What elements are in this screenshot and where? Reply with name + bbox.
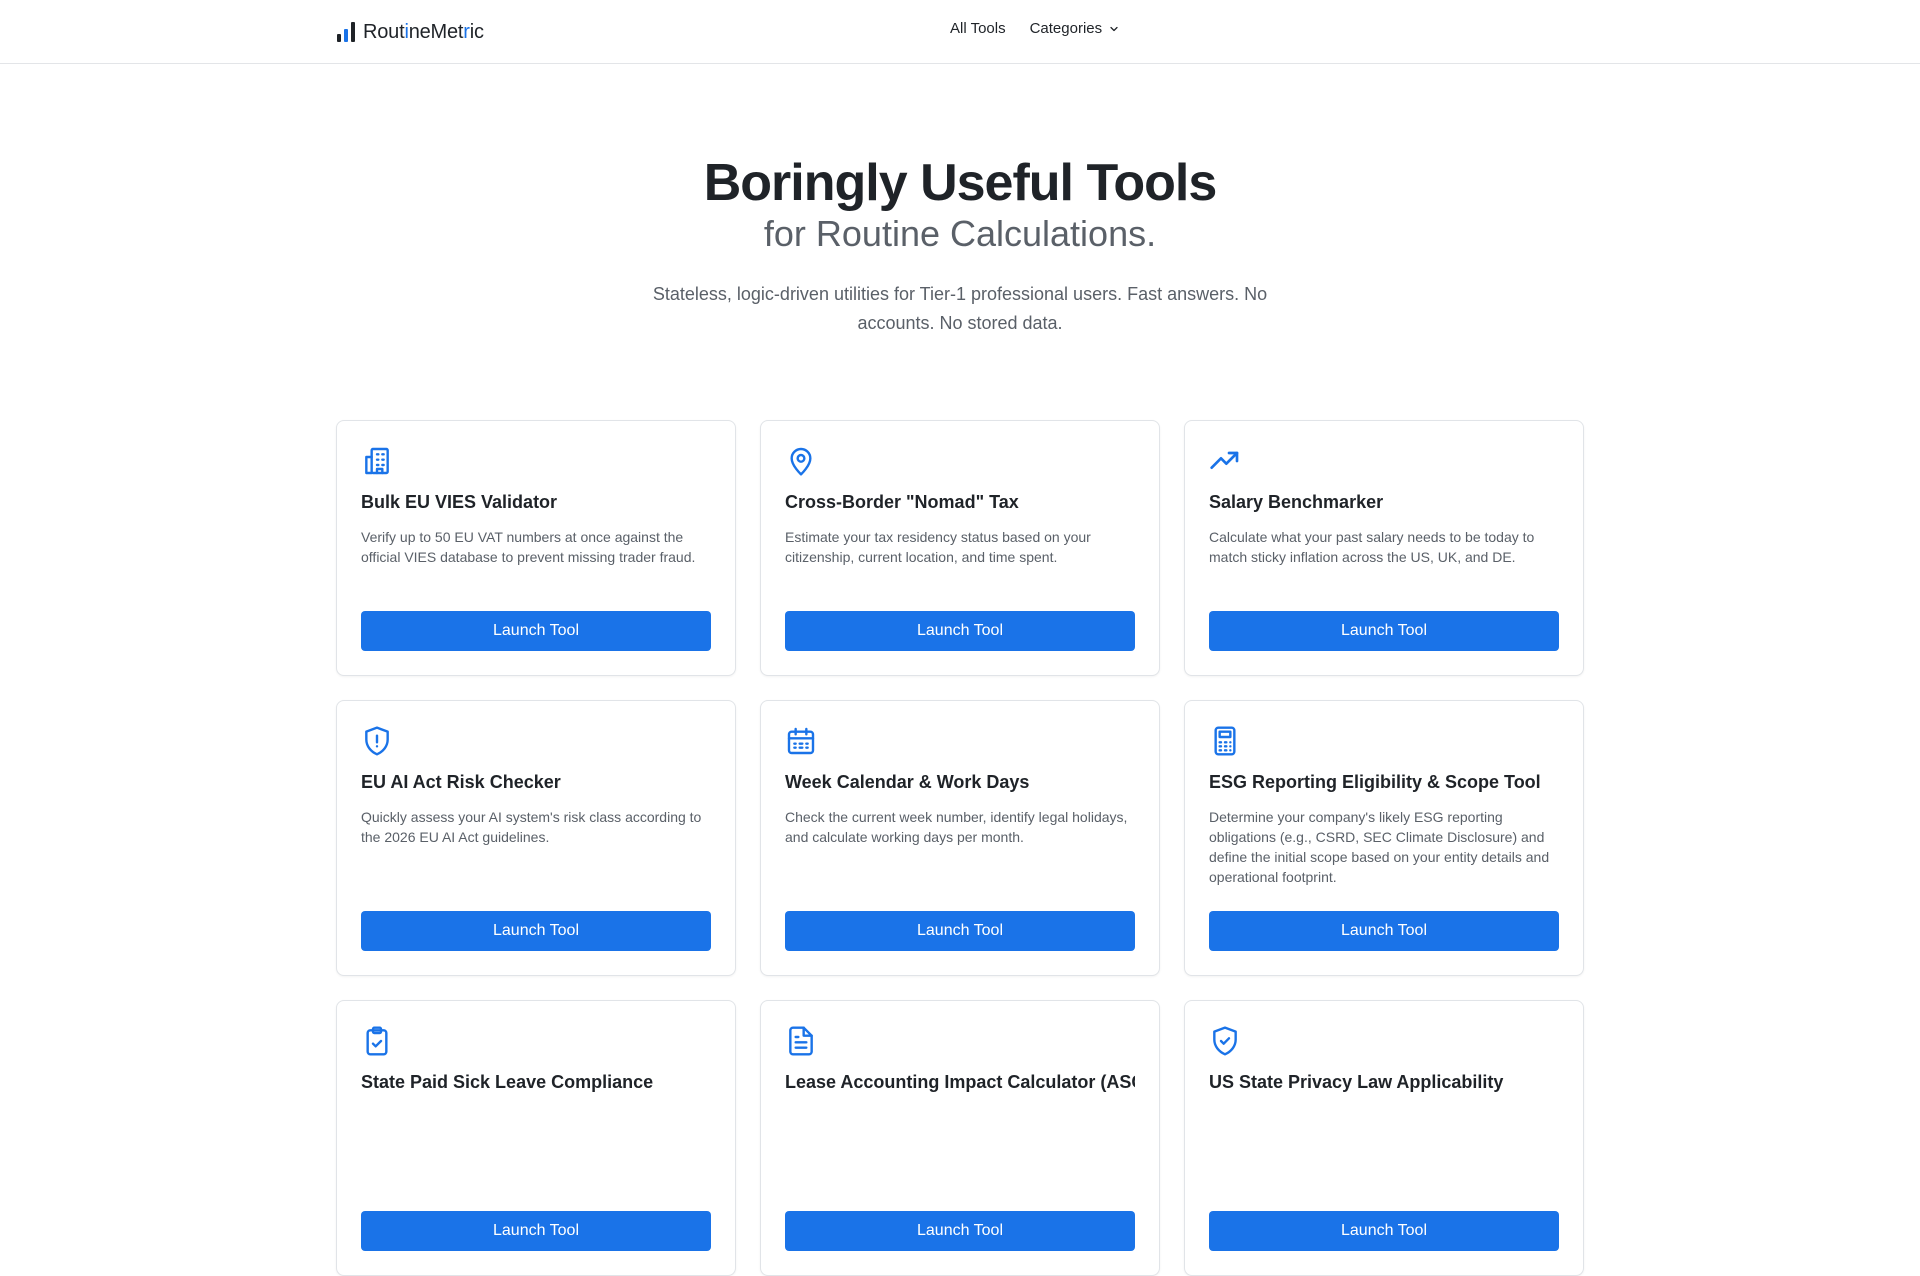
tool-title: EU AI Act Risk Checker	[361, 772, 561, 792]
nav-all-tools[interactable]: All Tools	[950, 20, 1006, 37]
tool-description: Quickly assess your AI system's risk cla…	[361, 809, 702, 845]
calendar-icon	[785, 725, 817, 757]
tool-description	[1209, 1107, 1559, 1211]
nav-categories-label: Categories	[1029, 20, 1103, 37]
tool-description: Estimate your tax residency status based…	[785, 529, 1091, 565]
tool-title: Week Calendar & Work Days	[785, 772, 1030, 792]
hero-subtitle: for Routine Calculations.	[763, 213, 1157, 254]
main-nav: All Tools Categories	[950, 20, 1120, 37]
file-text-icon	[785, 1025, 817, 1057]
tool-description: Calculate what your past salary needs to…	[1209, 529, 1535, 565]
hero-section: Boringly Useful Tools for Routine Calcul…	[0, 150, 1920, 338]
tool-title: Salary Benchmarker	[1209, 492, 1384, 512]
tool-card: US State Privacy Law Applicability Launc…	[1184, 1000, 1584, 1276]
launch-tool-button[interactable]: Launch Tool	[785, 611, 1135, 651]
launch-tool-button[interactable]: Launch Tool	[1209, 1211, 1559, 1251]
map-pin-icon	[785, 445, 817, 477]
tool-card: Week Calendar & Work Days Check the curr…	[760, 700, 1160, 976]
tool-description: Check the current week number, identify …	[785, 809, 1128, 845]
trending-up-icon	[1209, 445, 1241, 477]
chevron-down-icon	[1110, 26, 1118, 31]
shield-check-icon	[1209, 1025, 1241, 1057]
tool-card: Cross-Border "Nomad" Tax Estimate your t…	[760, 420, 1160, 676]
tool-title: ESG Reporting Eligibility & Scope Tool	[1209, 772, 1541, 792]
tool-description	[361, 1107, 711, 1211]
tool-title: State Paid Sick Leave Compliance	[361, 1072, 654, 1092]
nav-categories-dropdown[interactable]: Categories	[1030, 20, 1121, 37]
tools-grid: Bulk EU VIES Validator Verify up to 50 E…	[336, 420, 1584, 1276]
tool-description: Determine your company's likely ESG repo…	[1209, 809, 1550, 885]
hero-title: Boringly Useful Tools	[703, 154, 1218, 212]
launch-tool-button[interactable]: Launch Tool	[1209, 611, 1559, 651]
tool-title: US State Privacy Law Applicability	[1209, 1072, 1504, 1092]
brand-name: RoutineMetric	[363, 20, 484, 43]
logo-link[interactable]: RoutineMetric	[337, 18, 484, 46]
tool-description: Verify up to 50 EU VAT numbers at once a…	[361, 529, 696, 565]
launch-tool-button[interactable]: Launch Tool	[361, 611, 711, 651]
tool-card: ESG Reporting Eligibility & Scope Tool D…	[1184, 700, 1584, 976]
shield-alert-icon	[361, 725, 393, 757]
building-icon	[361, 445, 393, 477]
tool-title: Lease Accounting Impact Calculator (ASC	[785, 1072, 1135, 1092]
top-navbar: RoutineMetric All Tools Categories	[0, 0, 1920, 64]
calculator-icon	[1209, 725, 1241, 757]
tool-card: Salary Benchmarker Calculate what your p…	[1184, 420, 1584, 676]
tool-description	[785, 1107, 1135, 1211]
launch-tool-button[interactable]: Launch Tool	[785, 1211, 1135, 1251]
launch-tool-button[interactable]: Launch Tool	[785, 911, 1135, 951]
tool-title: Bulk EU VIES Validator	[361, 492, 558, 512]
tool-title: Cross-Border "Nomad" Tax	[785, 492, 1019, 512]
tool-card: Lease Accounting Impact Calculator (ASC …	[760, 1000, 1160, 1276]
launch-tool-button[interactable]: Launch Tool	[361, 911, 711, 951]
bar-chart-icon	[337, 22, 355, 42]
tool-card: State Paid Sick Leave Compliance Launch …	[336, 1000, 736, 1276]
clipboard-check-icon	[361, 1025, 393, 1057]
launch-tool-button[interactable]: Launch Tool	[361, 1211, 711, 1251]
tool-card: Bulk EU VIES Validator Verify up to 50 E…	[336, 420, 736, 676]
hero-description: Stateless, logic-driven utilities for Ti…	[652, 284, 1268, 333]
launch-tool-button[interactable]: Launch Tool	[1209, 911, 1559, 951]
tool-card: EU AI Act Risk Checker Quickly assess yo…	[336, 700, 736, 976]
